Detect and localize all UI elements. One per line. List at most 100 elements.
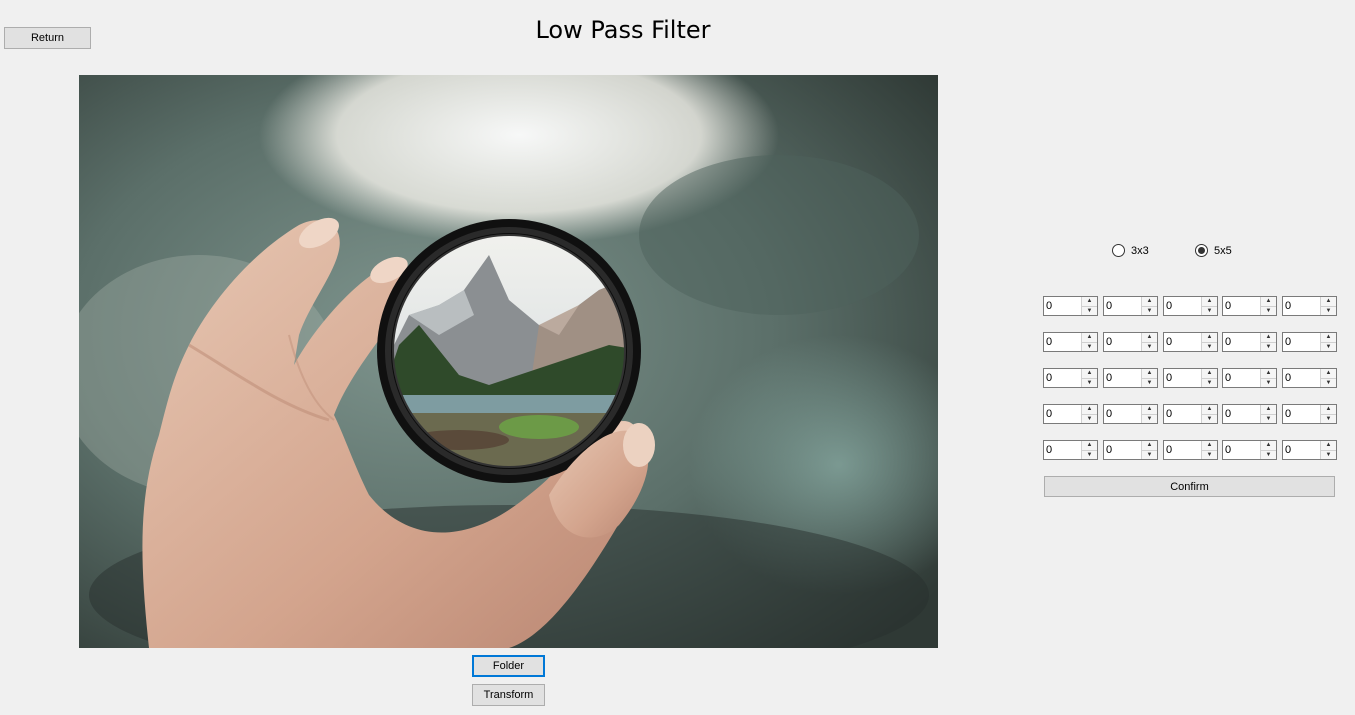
spin-up-arrow-icon[interactable]: ▲ [1082,441,1097,450]
transform-button[interactable]: Transform [472,684,545,706]
kernel-cell-value[interactable]: 0 [1104,405,1141,423]
spin-down-arrow-icon[interactable]: ▼ [1261,377,1276,388]
kernel-cell-value[interactable]: 0 [1164,297,1201,315]
kernel-cell-spinbox[interactable]: 0 ▲ ▼ [1043,440,1098,460]
kernel-cell-spinbox[interactable]: 0 ▲ ▼ [1103,404,1158,424]
kernel-cell-spinbox[interactable]: 0 ▲ ▼ [1282,404,1337,424]
spin-down-arrow-icon[interactable]: ▼ [1082,449,1097,460]
spin-up-arrow-icon[interactable]: ▲ [1261,333,1276,342]
kernel-cell-value[interactable]: 0 [1044,333,1081,351]
spin-up-arrow-icon[interactable]: ▲ [1142,333,1157,342]
spin-up-arrow-icon[interactable]: ▲ [1321,441,1336,450]
spin-down-arrow-icon[interactable]: ▼ [1082,305,1097,316]
kernel-cell-spinbox[interactable]: 0 ▲ ▼ [1043,332,1098,352]
kernel-cell-spinbox[interactable]: 0 ▲ ▼ [1282,368,1337,388]
spin-up-arrow-icon[interactable]: ▲ [1321,333,1336,342]
confirm-button[interactable]: Confirm [1044,476,1335,497]
folder-button[interactable]: Folder [472,655,545,677]
kernel-cell-spinbox[interactable]: 0 ▲ ▼ [1282,296,1337,316]
kernel-cell-spinbox[interactable]: 0 ▲ ▼ [1282,332,1337,352]
spin-down-arrow-icon[interactable]: ▼ [1261,413,1276,424]
spin-down-arrow-icon[interactable]: ▼ [1321,377,1336,388]
kernel-cell-value[interactable]: 0 [1283,405,1320,423]
kernel-cell-value[interactable]: 0 [1104,297,1141,315]
spin-down-arrow-icon[interactable]: ▼ [1321,413,1336,424]
kernel-cell-value[interactable]: 0 [1164,405,1201,423]
spin-down-arrow-icon[interactable]: ▼ [1082,413,1097,424]
spin-down-arrow-icon[interactable]: ▼ [1142,341,1157,352]
spin-down-arrow-icon[interactable]: ▼ [1202,449,1217,460]
kernel-cell-spinbox[interactable]: 0 ▲ ▼ [1222,332,1277,352]
kernel-cell-spinbox[interactable]: 0 ▲ ▼ [1222,440,1277,460]
radio-5x5[interactable]: 5x5 [1195,244,1232,257]
kernel-cell-value[interactable]: 0 [1044,369,1081,387]
radio-3x3[interactable]: 3x3 [1112,244,1149,257]
spin-down-arrow-icon[interactable]: ▼ [1202,305,1217,316]
spin-up-arrow-icon[interactable]: ▲ [1321,369,1336,378]
kernel-cell-value[interactable]: 0 [1283,369,1320,387]
spin-up-arrow-icon[interactable]: ▲ [1142,441,1157,450]
kernel-cell-spinbox[interactable]: 0 ▲ ▼ [1163,368,1218,388]
spin-down-arrow-icon[interactable]: ▼ [1142,305,1157,316]
spin-up-arrow-icon[interactable]: ▲ [1261,369,1276,378]
kernel-cell-value[interactable]: 0 [1164,369,1201,387]
spin-down-arrow-icon[interactable]: ▼ [1261,341,1276,352]
spin-down-arrow-icon[interactable]: ▼ [1202,377,1217,388]
kernel-cell-spinbox[interactable]: 0 ▲ ▼ [1043,404,1098,424]
kernel-cell-value[interactable]: 0 [1283,297,1320,315]
return-button[interactable]: Return [4,27,91,49]
kernel-cell-spinbox[interactable]: 0 ▲ ▼ [1103,332,1158,352]
spin-down-arrow-icon[interactable]: ▼ [1082,377,1097,388]
kernel-cell-value[interactable]: 0 [1164,333,1201,351]
spin-up-arrow-icon[interactable]: ▲ [1202,441,1217,450]
spin-up-arrow-icon[interactable]: ▲ [1261,405,1276,414]
kernel-cell-value[interactable]: 0 [1104,369,1141,387]
kernel-cell-value[interactable]: 0 [1223,333,1260,351]
spin-up-arrow-icon[interactable]: ▲ [1321,405,1336,414]
spin-up-arrow-icon[interactable]: ▲ [1142,369,1157,378]
kernel-cell-value[interactable]: 0 [1044,297,1081,315]
spin-up-arrow-icon[interactable]: ▲ [1321,297,1336,306]
spin-up-arrow-icon[interactable]: ▲ [1142,405,1157,414]
kernel-cell-spinbox[interactable]: 0 ▲ ▼ [1222,368,1277,388]
kernel-cell-spinbox[interactable]: 0 ▲ ▼ [1043,296,1098,316]
kernel-cell-spinbox[interactable]: 0 ▲ ▼ [1222,404,1277,424]
spin-down-arrow-icon[interactable]: ▼ [1261,449,1276,460]
kernel-cell-spinbox[interactable]: 0 ▲ ▼ [1163,296,1218,316]
spin-down-arrow-icon[interactable]: ▼ [1142,449,1157,460]
kernel-cell-value[interactable]: 0 [1223,369,1260,387]
kernel-cell-spinbox[interactable]: 0 ▲ ▼ [1163,404,1218,424]
spin-down-arrow-icon[interactable]: ▼ [1321,341,1336,352]
spin-up-arrow-icon[interactable]: ▲ [1202,369,1217,378]
kernel-cell-value[interactable]: 0 [1044,405,1081,423]
spin-up-arrow-icon[interactable]: ▲ [1082,369,1097,378]
kernel-cell-spinbox[interactable]: 0 ▲ ▼ [1282,440,1337,460]
kernel-cell-spinbox[interactable]: 0 ▲ ▼ [1163,332,1218,352]
kernel-cell-spinbox[interactable]: 0 ▲ ▼ [1103,440,1158,460]
radio-5x5-circle[interactable] [1195,244,1208,257]
spin-up-arrow-icon[interactable]: ▲ [1202,405,1217,414]
spin-down-arrow-icon[interactable]: ▼ [1142,413,1157,424]
spin-up-arrow-icon[interactable]: ▲ [1261,441,1276,450]
kernel-cell-value[interactable]: 0 [1164,441,1201,459]
spin-up-arrow-icon[interactable]: ▲ [1202,333,1217,342]
spin-up-arrow-icon[interactable]: ▲ [1261,297,1276,306]
spin-up-arrow-icon[interactable]: ▲ [1082,333,1097,342]
kernel-cell-spinbox[interactable]: 0 ▲ ▼ [1103,368,1158,388]
kernel-cell-spinbox[interactable]: 0 ▲ ▼ [1103,296,1158,316]
kernel-cell-spinbox[interactable]: 0 ▲ ▼ [1043,368,1098,388]
spin-down-arrow-icon[interactable]: ▼ [1321,449,1336,460]
kernel-cell-spinbox[interactable]: 0 ▲ ▼ [1163,440,1218,460]
spin-down-arrow-icon[interactable]: ▼ [1082,341,1097,352]
kernel-cell-value[interactable]: 0 [1283,333,1320,351]
kernel-cell-value[interactable]: 0 [1283,441,1320,459]
kernel-cell-value[interactable]: 0 [1104,441,1141,459]
kernel-cell-spinbox[interactable]: 0 ▲ ▼ [1222,296,1277,316]
kernel-cell-value[interactable]: 0 [1223,405,1260,423]
spin-up-arrow-icon[interactable]: ▲ [1142,297,1157,306]
spin-down-arrow-icon[interactable]: ▼ [1142,377,1157,388]
spin-up-arrow-icon[interactable]: ▲ [1082,297,1097,306]
spin-up-arrow-icon[interactable]: ▲ [1202,297,1217,306]
radio-3x3-circle[interactable] [1112,244,1125,257]
kernel-cell-value[interactable]: 0 [1044,441,1081,459]
